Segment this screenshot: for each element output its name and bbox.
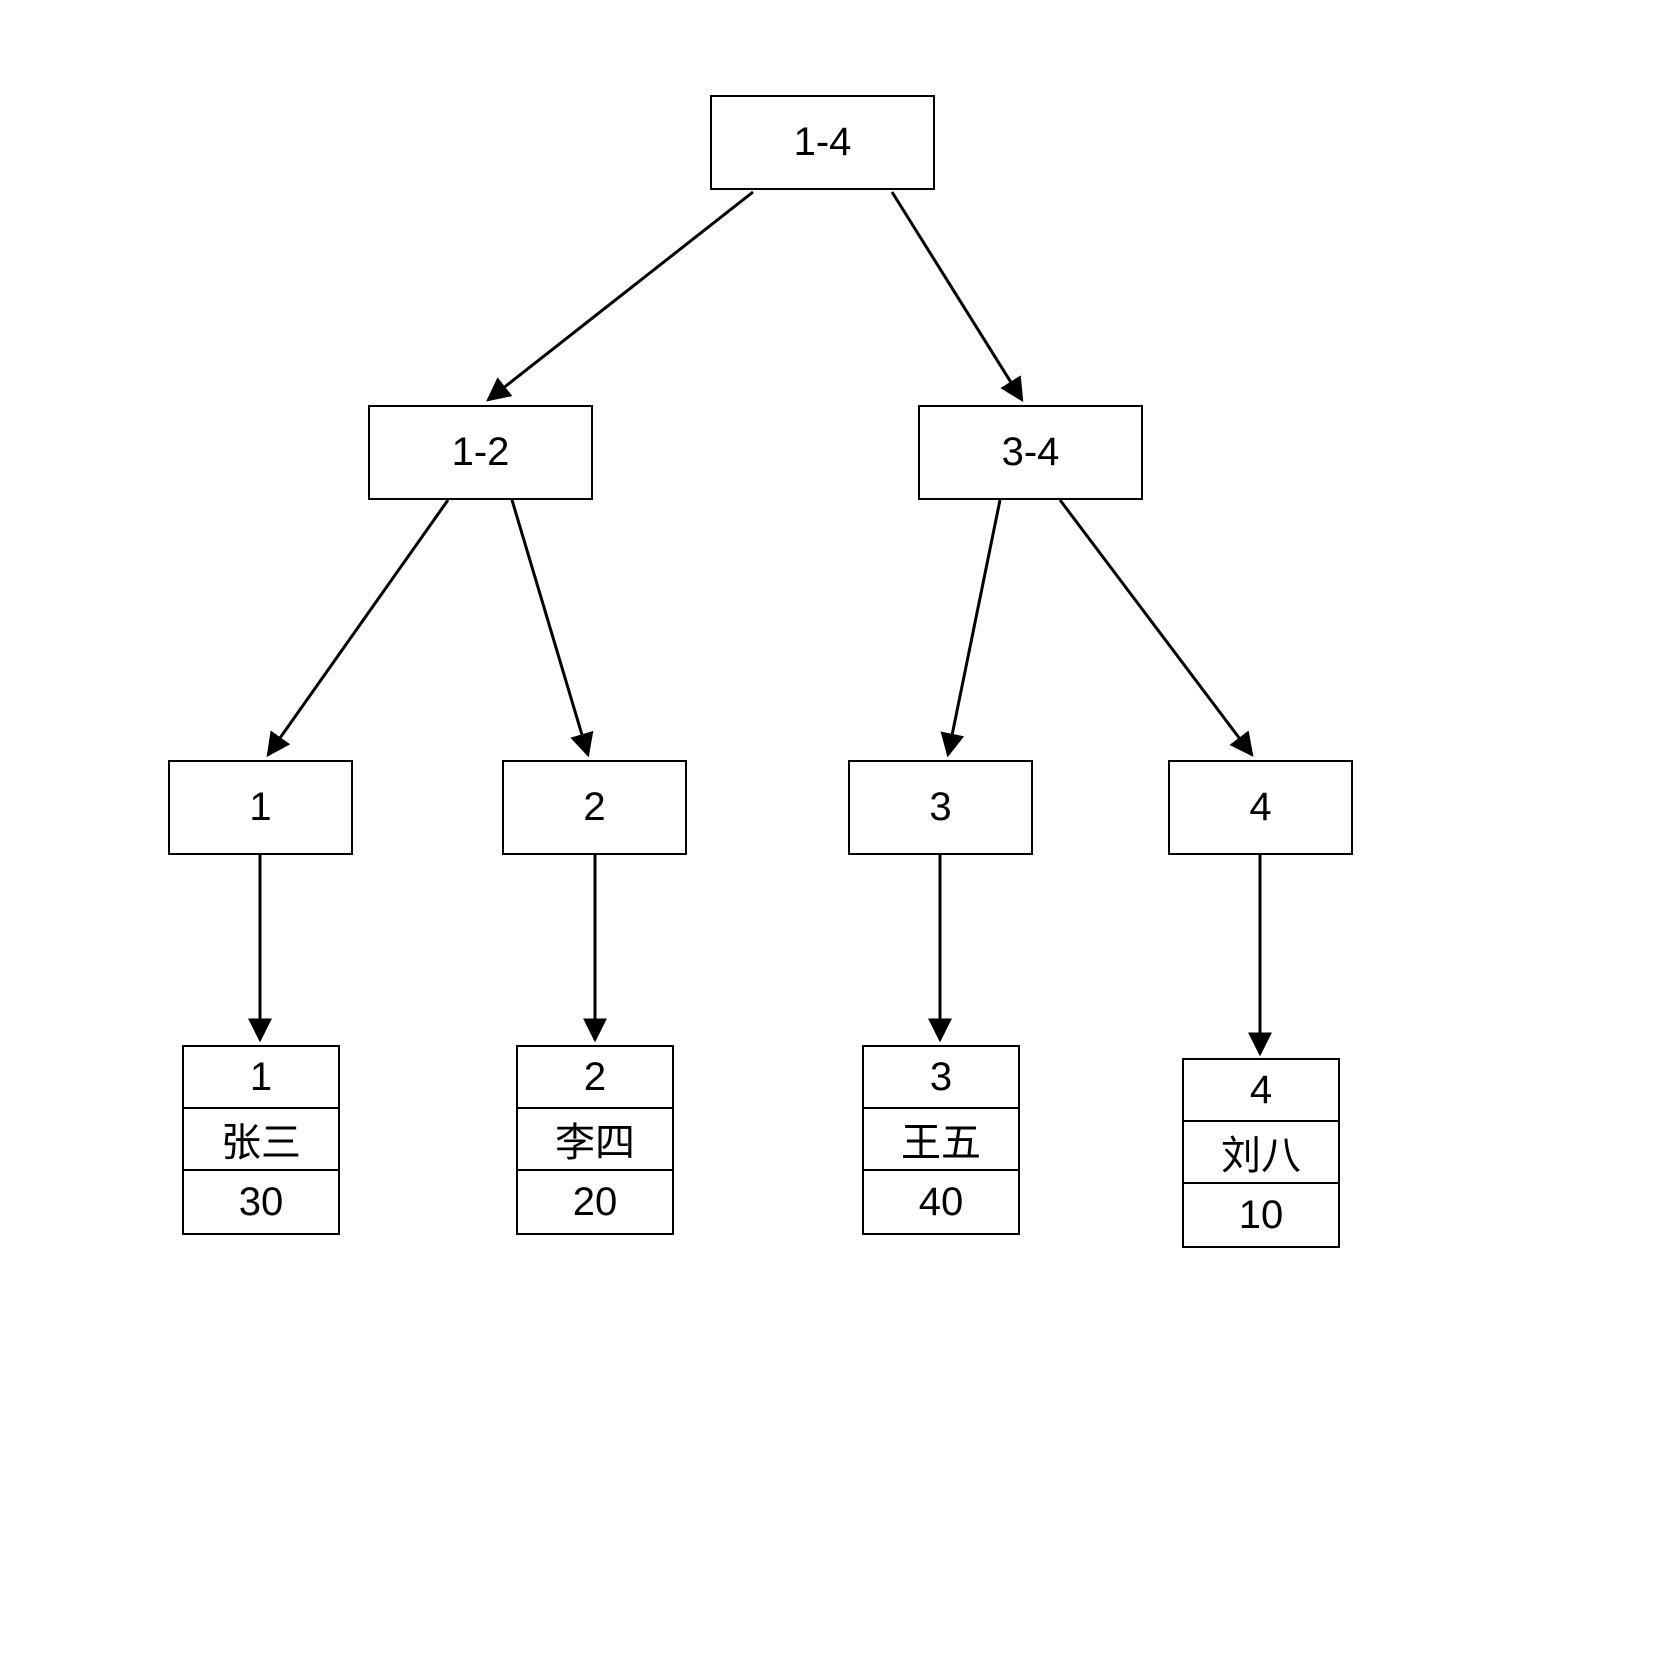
- record-2-value: 20: [518, 1171, 672, 1233]
- record-3-id: 3: [864, 1047, 1018, 1109]
- node-left: 1-2: [368, 405, 593, 500]
- node-leaf-2: 2: [502, 760, 687, 855]
- node-leaf-4: 4: [1168, 760, 1353, 855]
- record-3-value: 40: [864, 1171, 1018, 1233]
- record-3: 3 王五 40: [862, 1045, 1020, 1235]
- node-leaf-2-label: 2: [583, 785, 605, 830]
- record-2-name: 李四: [518, 1109, 672, 1171]
- node-right: 3-4: [918, 405, 1143, 500]
- record-1-id: 1: [184, 1047, 338, 1109]
- node-leaf-1: 1: [168, 760, 353, 855]
- record-4-value: 10: [1184, 1184, 1338, 1246]
- record-1: 1 张三 30: [182, 1045, 340, 1235]
- node-leaf-3: 3: [848, 760, 1033, 855]
- node-left-label: 1-2: [452, 430, 510, 475]
- node-root-label: 1-4: [794, 120, 852, 165]
- tree-diagram: 1-4 1-2 3-4 1 2 3 4 1 张三 30 2 李四 20 3 王五…: [0, 0, 1680, 1680]
- record-1-name: 张三: [184, 1109, 338, 1171]
- record-4: 4 刘八 10: [1182, 1058, 1340, 1248]
- node-leaf-1-label: 1: [249, 785, 271, 830]
- record-2: 2 李四 20: [516, 1045, 674, 1235]
- node-leaf-4-label: 4: [1249, 785, 1271, 830]
- record-2-id: 2: [518, 1047, 672, 1109]
- record-4-id: 4: [1184, 1060, 1338, 1122]
- record-4-name: 刘八: [1184, 1122, 1338, 1184]
- node-root: 1-4: [710, 95, 935, 190]
- record-3-name: 王五: [864, 1109, 1018, 1171]
- node-right-label: 3-4: [1002, 430, 1060, 475]
- node-leaf-3-label: 3: [929, 785, 951, 830]
- record-1-value: 30: [184, 1171, 338, 1233]
